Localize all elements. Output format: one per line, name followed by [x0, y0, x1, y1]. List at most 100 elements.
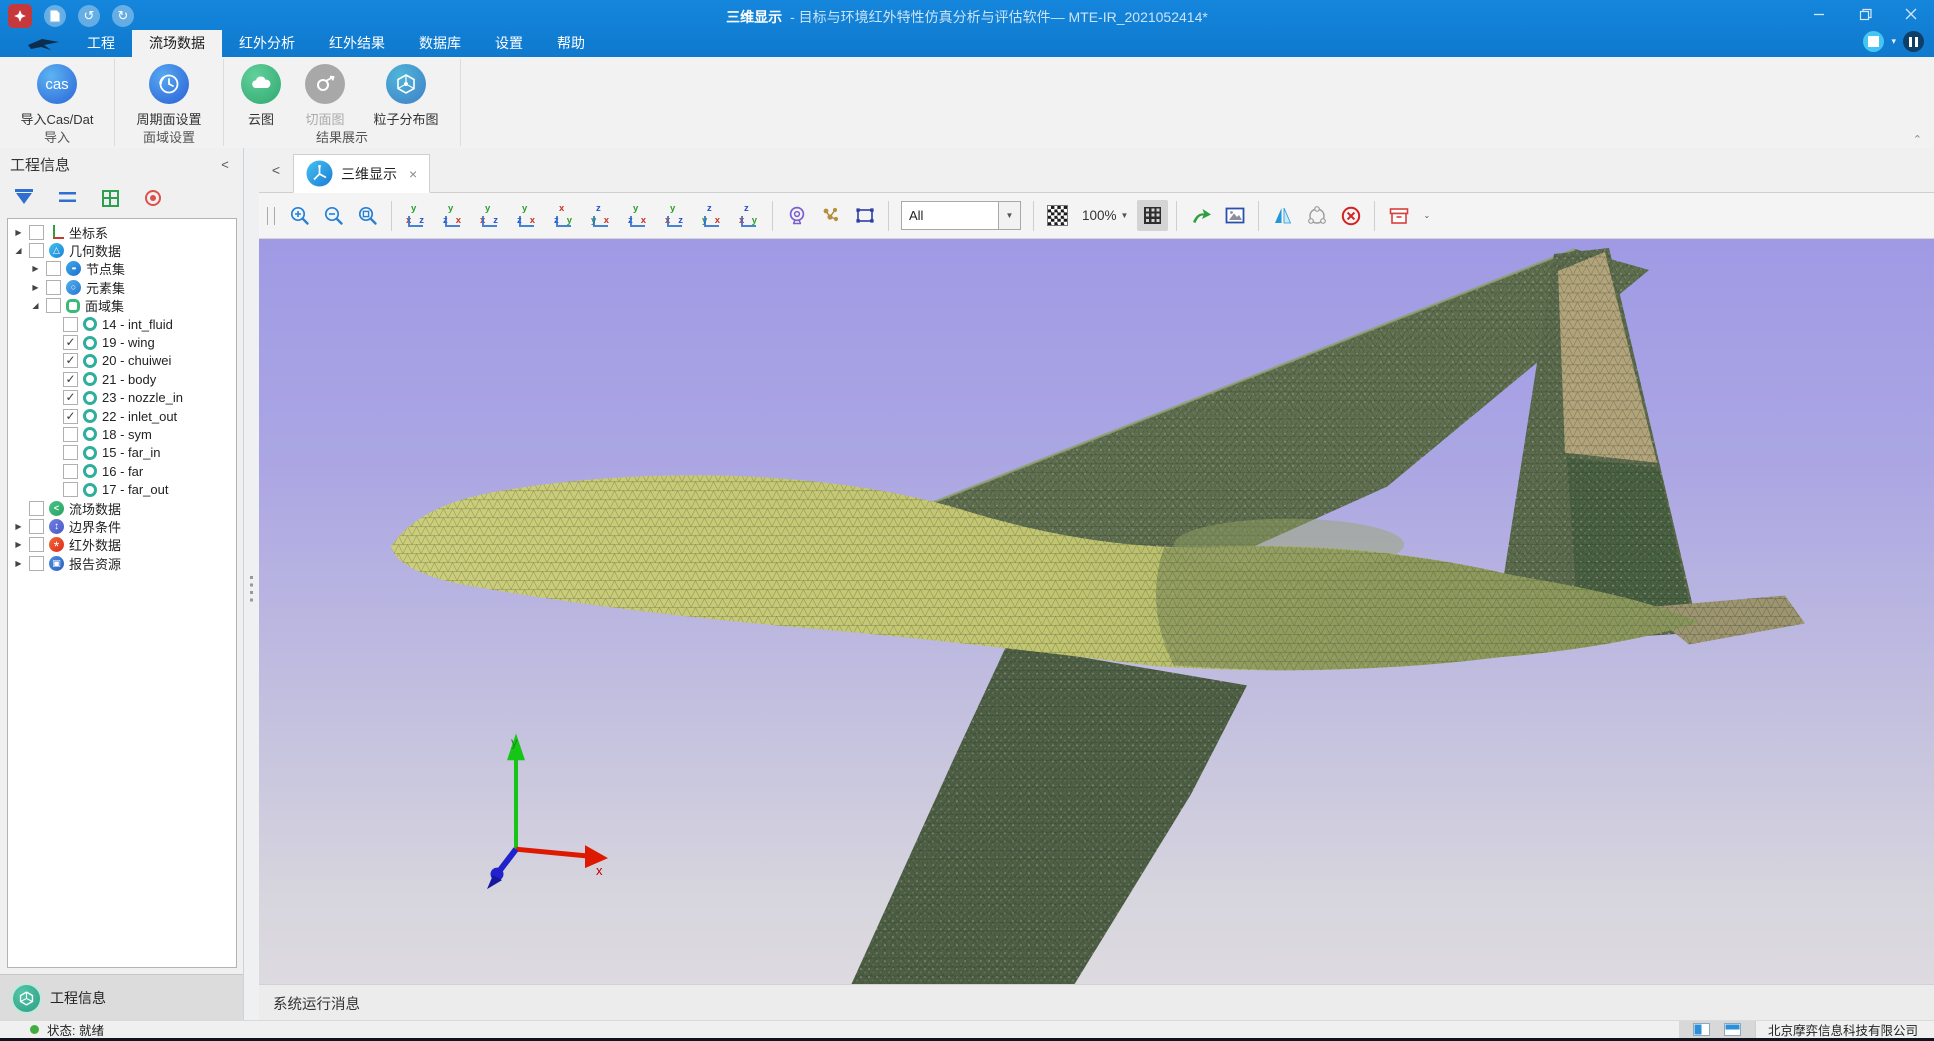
tree-item[interactable]: 19 - wing	[8, 333, 236, 351]
view-orientation-button[interactable]: yxz	[474, 200, 505, 231]
tab-scroll-left-button[interactable]: <	[259, 148, 293, 192]
tree-checkbox[interactable]	[63, 390, 78, 405]
tree-expand-arrow[interactable]: ▶	[13, 540, 24, 549]
dropdown-caret-icon[interactable]: ▾	[1891, 36, 1896, 47]
tree-expand-arrow[interactable]: ▶	[30, 283, 41, 292]
zoom-level-dropdown[interactable]: 100% ▼	[1076, 208, 1134, 223]
display-filter-combobox[interactable]: All ▼	[901, 201, 1021, 230]
tree-item[interactable]: ◢ 面域集	[8, 297, 236, 315]
panel-collapse-button[interactable]: <	[215, 157, 235, 172]
tree-item[interactable]: ▶ 红外数据	[8, 536, 236, 554]
cloud-map-button[interactable]: 云图	[230, 57, 292, 129]
tree-item[interactable]: ▶ 坐标系	[8, 223, 236, 241]
tree-checkbox[interactable]	[63, 372, 78, 387]
outline-list-button[interactable]	[56, 187, 78, 209]
tree-checkbox[interactable]	[46, 298, 61, 313]
tree-expand-arrow[interactable]: ◢	[13, 246, 24, 255]
particle-trace-button[interactable]	[815, 200, 846, 231]
view-orientation-button[interactable]: yxz	[400, 200, 431, 231]
projection-camera-button[interactable]	[781, 200, 812, 231]
zoom-fit-button[interactable]	[352, 200, 383, 231]
view-orientation-button[interactable]: zxy	[733, 200, 764, 231]
view-orientation-button[interactable]: yzx	[511, 200, 542, 231]
tree-expand-arrow[interactable]: ▶	[30, 264, 41, 273]
tree-checkbox[interactable]	[46, 261, 61, 276]
tree-item[interactable]: 16 - far	[8, 462, 236, 480]
tree-item[interactable]: 18 - sym	[8, 425, 236, 443]
menu-item-hongwaifenxi[interactable]: 红外分析	[222, 30, 312, 57]
view-orientation-button[interactable]: yzx	[437, 200, 468, 231]
tree-checkbox[interactable]	[63, 445, 78, 460]
tree-checkbox[interactable]	[29, 556, 44, 571]
tree-checkbox[interactable]	[63, 317, 78, 332]
export-archive-button[interactable]	[1383, 200, 1414, 231]
combobox-dropdown-button[interactable]: ▼	[998, 202, 1020, 229]
tree-checkbox[interactable]	[63, 427, 78, 442]
tree-checkbox[interactable]	[63, 409, 78, 424]
view-orientation-button[interactable]: zyx	[696, 200, 727, 231]
export-dropdown-button[interactable]: ⌄	[1417, 211, 1436, 220]
tree-item[interactable]: 20 - chuiwei	[8, 352, 236, 370]
share-forward-button[interactable]	[1185, 200, 1216, 231]
tree-checkbox[interactable]	[29, 519, 44, 534]
theme-button[interactable]	[1903, 31, 1924, 52]
filter-button[interactable]	[13, 187, 35, 209]
periodic-face-button[interactable]: 周期面设置	[121, 57, 217, 129]
panel-splitter[interactable]	[244, 148, 259, 1021]
tree-expand-arrow[interactable]: ▶	[13, 559, 24, 568]
menu-item-hongwaijieguo[interactable]: 红外结果	[312, 30, 402, 57]
tree-item[interactable]: ▶ 报告资源	[8, 554, 236, 572]
menu-item-shezhi[interactable]: 设置	[478, 30, 540, 57]
style-switch-button[interactable]	[1863, 31, 1884, 52]
locate-button[interactable]	[142, 187, 164, 209]
tab-3d-display[interactable]: 三维显示 ×	[293, 154, 430, 193]
tree-item[interactable]: 15 - far_in	[8, 444, 236, 462]
layout-top-panel-button[interactable]	[1724, 1023, 1741, 1036]
tree-checkbox[interactable]	[63, 482, 78, 497]
view-orientation-button[interactable]: yxz	[659, 200, 690, 231]
smooth-shade-button[interactable]	[1301, 200, 1332, 231]
tree-expand-arrow[interactable]: ◢	[30, 301, 41, 310]
close-button[interactable]	[1888, 0, 1934, 28]
toolbar-drag-handle[interactable]	[267, 207, 275, 225]
zoom-out-button[interactable]	[318, 200, 349, 231]
tree-item[interactable]: 14 - int_fluid	[8, 315, 236, 333]
tree-checkbox[interactable]	[29, 225, 44, 240]
box-select-button[interactable]	[849, 200, 880, 231]
tree-expand-arrow[interactable]: ▶	[13, 228, 24, 237]
clear-view-button[interactable]	[1335, 200, 1366, 231]
tree-item[interactable]: ◢ 几何数据	[8, 241, 236, 259]
menu-item-liuchangshuju[interactable]: 流场数据	[132, 30, 222, 57]
tree-item[interactable]: ▶ 元素集	[8, 278, 236, 296]
project-info-bottom-button[interactable]: 工程信息	[0, 974, 243, 1021]
tree-item[interactable]: ▶ 节点集	[8, 260, 236, 278]
tree-expand-arrow[interactable]: ▶	[13, 522, 24, 531]
view-orientation-button[interactable]: xzy	[548, 200, 579, 231]
tree-checkbox[interactable]	[63, 464, 78, 479]
restore-button[interactable]	[1842, 0, 1888, 28]
ribbon-collapse-button[interactable]: ⌃	[1913, 133, 1922, 146]
tree-item[interactable]: 23 - nozzle_in	[8, 389, 236, 407]
snapshot-button[interactable]	[1219, 200, 1250, 231]
tree-checkbox[interactable]	[29, 243, 44, 258]
menu-item-gongcheng[interactable]: 工程	[70, 30, 132, 57]
tree-checkbox[interactable]	[46, 280, 61, 295]
slice-map-button[interactable]: 切面图	[292, 57, 358, 129]
particle-map-button[interactable]: 粒子分布图	[358, 57, 454, 129]
import-cas-dat-button[interactable]: cas 导入Cas/Dat	[6, 57, 108, 129]
layout-left-panel-button[interactable]	[1693, 1023, 1710, 1036]
tree-checkbox[interactable]	[29, 537, 44, 552]
minimize-button[interactable]	[1796, 0, 1842, 28]
viewport-3d-canvas[interactable]: y x	[259, 239, 1934, 985]
tree-item[interactable]: 流场数据	[8, 499, 236, 517]
tree-item[interactable]: ▶ 边界条件	[8, 517, 236, 535]
tree-checkbox[interactable]	[63, 353, 78, 368]
view-orientation-button[interactable]: zyx	[585, 200, 616, 231]
tree-item[interactable]: 17 - far_out	[8, 480, 236, 498]
grid-view-button[interactable]	[99, 187, 121, 209]
tree-item[interactable]: 21 - body	[8, 370, 236, 388]
tree-checkbox[interactable]	[63, 335, 78, 350]
tree-item[interactable]: 22 - inlet_out	[8, 407, 236, 425]
tab-close-button[interactable]: ×	[409, 166, 417, 182]
mesh-toggle-button[interactable]	[1137, 200, 1168, 231]
